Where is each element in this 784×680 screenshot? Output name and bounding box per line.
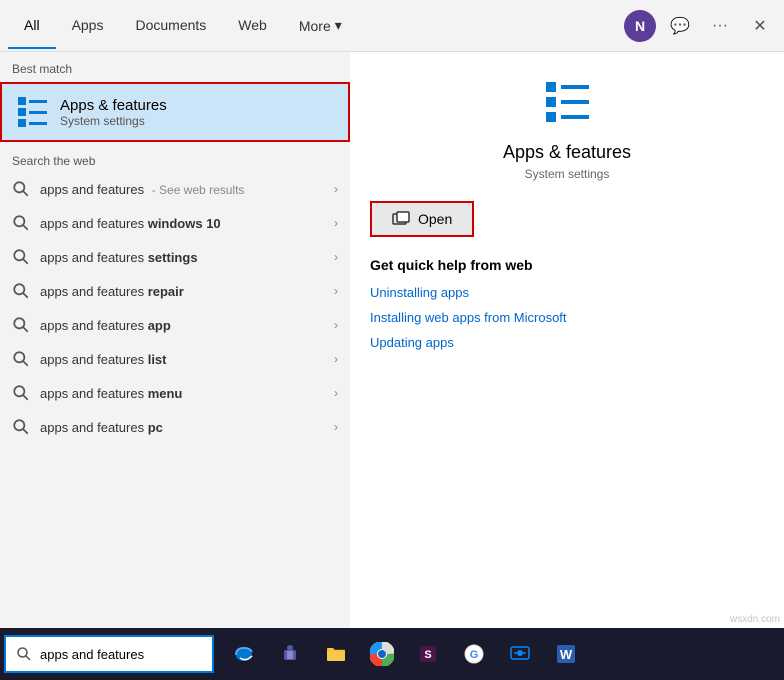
- app-detail-subtitle: System settings: [525, 167, 610, 181]
- taskbar-icon-edge[interactable]: [222, 632, 266, 676]
- taskbar-icon-folder[interactable]: [314, 632, 358, 676]
- chevron-right-icon: ›: [334, 216, 338, 230]
- tab-more[interactable]: More ▾: [283, 3, 358, 48]
- chevron-right-icon: ›: [334, 318, 338, 332]
- more-options-icon[interactable]: ···: [704, 10, 736, 42]
- more-chevron-icon: ▾: [335, 17, 342, 34]
- search-icon: [12, 248, 30, 266]
- taskbar-icon-google[interactable]: G: [452, 632, 496, 676]
- search-icon: [12, 350, 30, 368]
- svg-text:W: W: [560, 647, 573, 662]
- main-content: Best match: [0, 52, 784, 628]
- quick-help-link-install[interactable]: Installing web apps from Microsoft: [370, 310, 764, 325]
- taskbar-icons: S G W: [222, 632, 588, 676]
- open-window-icon: [392, 211, 410, 227]
- search-item-text: apps and features - See web results: [40, 182, 244, 197]
- top-nav: All Apps Documents Web More ▾ N 💬 ··· ✕: [0, 0, 784, 52]
- best-match-text: Apps & features System settings: [60, 97, 167, 128]
- taskbar: S G W: [0, 628, 784, 680]
- nav-tabs: All Apps Documents Web More ▾: [8, 3, 624, 49]
- svg-text:G: G: [470, 649, 479, 661]
- list-item[interactable]: apps and features settings ›: [0, 240, 350, 274]
- list-item[interactable]: apps and features pc ›: [0, 410, 350, 444]
- chevron-right-icon: ›: [334, 182, 338, 196]
- search-item-text: apps and features menu: [40, 386, 182, 401]
- search-item-text: apps and features repair: [40, 284, 184, 299]
- chevron-right-icon: ›: [334, 250, 338, 264]
- see-web-text: - See web results: [152, 183, 245, 197]
- nav-right: N 💬 ··· ✕: [624, 10, 776, 42]
- chevron-right-icon: ›: [334, 284, 338, 298]
- search-item-text: apps and features app: [40, 318, 171, 333]
- avatar[interactable]: N: [624, 10, 656, 42]
- taskbar-icon-remote[interactable]: [498, 632, 542, 676]
- taskbar-icon-slack[interactable]: S: [406, 632, 450, 676]
- list-item[interactable]: apps and features app ›: [0, 308, 350, 342]
- watermark: wsxdn.com: [730, 614, 780, 625]
- taskbar-icon-word[interactable]: W: [544, 632, 588, 676]
- best-match-title: Apps & features: [60, 97, 167, 114]
- tab-apps[interactable]: Apps: [56, 3, 120, 49]
- chevron-right-icon: ›: [334, 352, 338, 366]
- search-icon: [12, 418, 30, 436]
- app-detail-header: Apps & features System settings: [370, 72, 764, 181]
- taskbar-search-icon: [16, 646, 32, 662]
- search-web-section: apps and features - See web results › ap…: [0, 172, 350, 628]
- search-icon: [12, 384, 30, 402]
- quick-help-title: Get quick help from web: [370, 257, 764, 273]
- apps-features-icon: [14, 94, 50, 130]
- search-icon: [12, 282, 30, 300]
- taskbar-search-input[interactable]: [40, 647, 190, 662]
- search-item-text: apps and features settings: [40, 250, 198, 265]
- search-item-text: apps and features windows 10: [40, 216, 221, 231]
- tab-all[interactable]: All: [8, 3, 56, 49]
- list-item[interactable]: apps and features windows 10 ›: [0, 206, 350, 240]
- open-button-label: Open: [418, 211, 452, 227]
- feedback-icon[interactable]: 💬: [664, 10, 696, 42]
- taskbar-search-box[interactable]: [4, 635, 214, 673]
- more-label: More: [299, 18, 331, 34]
- tab-documents[interactable]: Documents: [119, 3, 222, 49]
- close-icon[interactable]: ✕: [744, 10, 776, 42]
- search-item-text: apps and features list: [40, 352, 167, 367]
- list-item[interactable]: apps and features list ›: [0, 342, 350, 376]
- right-panel: Apps & features System settings Open Get…: [350, 52, 784, 628]
- list-item[interactable]: apps and features repair ›: [0, 274, 350, 308]
- chevron-right-icon: ›: [334, 386, 338, 400]
- list-item[interactable]: apps and features menu ›: [0, 376, 350, 410]
- search-icon: [12, 214, 30, 232]
- search-web-label: Search the web: [0, 144, 350, 172]
- app-detail-title: Apps & features: [503, 142, 631, 163]
- search-item-text: apps and features pc: [40, 420, 163, 435]
- left-panel: Best match: [0, 52, 350, 628]
- quick-help-link-update[interactable]: Updating apps: [370, 335, 764, 350]
- open-button[interactable]: Open: [370, 201, 474, 237]
- list-item[interactable]: apps and features - See web results ›: [0, 172, 350, 206]
- best-match-subtitle: System settings: [60, 114, 167, 128]
- search-icon: [12, 180, 30, 198]
- chevron-right-icon: ›: [334, 420, 338, 434]
- search-icon: [12, 316, 30, 334]
- app-detail-icon: [537, 72, 597, 132]
- taskbar-icon-teams[interactable]: [268, 632, 312, 676]
- best-match-label: Best match: [0, 52, 350, 80]
- taskbar-icon-chrome[interactable]: [360, 632, 404, 676]
- tab-web[interactable]: Web: [222, 3, 283, 49]
- svg-text:S: S: [424, 649, 431, 661]
- quick-help-link-uninstall[interactable]: Uninstalling apps: [370, 285, 764, 300]
- best-match-item[interactable]: Apps & features System settings: [0, 82, 350, 142]
